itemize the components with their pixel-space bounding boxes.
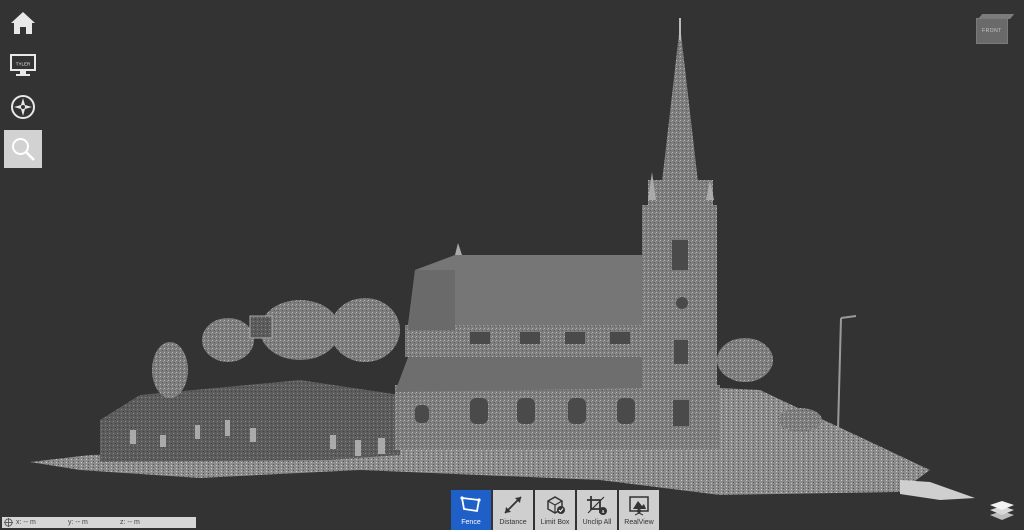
- fence-button[interactable]: Fence: [451, 490, 491, 530]
- unclip-all-label: Unclip All: [582, 519, 612, 526]
- coordinates-readout: x: -- m y: -- m z: -- m: [2, 517, 196, 528]
- home-button[interactable]: [4, 4, 42, 42]
- navigation-button[interactable]: [4, 88, 42, 126]
- display-button[interactable]: TYLER: [4, 46, 42, 84]
- y-coordinate: y: -- m: [68, 519, 88, 526]
- realview-label: RealView: [624, 519, 654, 526]
- z-coordinate: z: -- m: [120, 519, 140, 526]
- point-cloud-church-scene: [30, 18, 975, 500]
- monitor-icon-text: TYLER: [16, 62, 31, 67]
- layers-icon[interactable]: [989, 499, 1015, 521]
- left-toolbar: TYLER: [4, 4, 42, 172]
- limit-box-icon: [547, 496, 565, 514]
- unclip-all-button[interactable]: a Unclip All: [577, 490, 617, 530]
- realview-icon: [629, 496, 649, 516]
- view-cube-front-face[interactable]: FRONT: [976, 18, 1008, 44]
- distance-label: Distance: [499, 519, 527, 526]
- limit-box-button[interactable]: Limit Box: [535, 490, 575, 530]
- x-coordinate: x: -- m: [16, 519, 36, 526]
- home-icon: [11, 12, 35, 34]
- magnifier-icon: [12, 138, 35, 161]
- distance-icon: [504, 496, 522, 514]
- fence-icon: [460, 496, 481, 513]
- church: [395, 18, 720, 450]
- view-cube[interactable]: FRONT: [976, 14, 1015, 44]
- limit-box-label: Limit Box: [540, 519, 570, 526]
- distance-button[interactable]: Distance: [493, 490, 533, 530]
- fence-label: Fence: [461, 519, 481, 526]
- realview-button[interactable]: RealView: [619, 490, 659, 530]
- unclip-icon: a: [587, 496, 607, 515]
- search-button[interactable]: [4, 130, 42, 168]
- bottom-toolbar: Fence Distance Limit Box a Unclip All Re…: [451, 490, 661, 530]
- crosshair-icon: [4, 518, 13, 527]
- lamp-post: [837, 315, 857, 431]
- monitor-icon: TYLER: [10, 54, 36, 76]
- compass-icon: [11, 95, 35, 119]
- side-house: [249, 315, 273, 339]
- svg-text:a: a: [602, 509, 605, 515]
